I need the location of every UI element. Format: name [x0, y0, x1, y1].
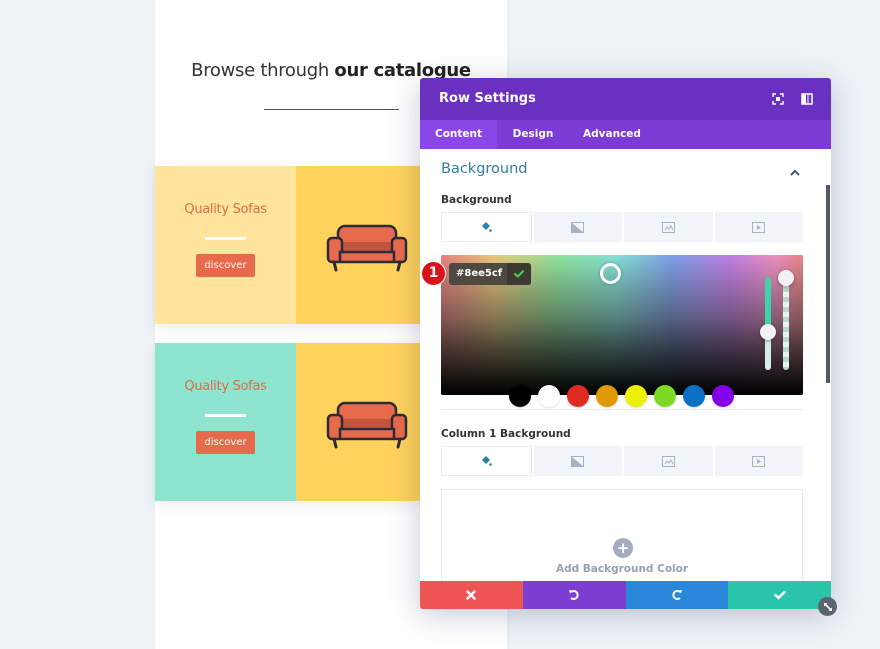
gradient-icon	[571, 455, 585, 467]
swatch-green[interactable]	[654, 385, 676, 407]
section-toggle-background[interactable]: Background	[441, 161, 528, 177]
check-icon	[773, 590, 786, 600]
col1-type-image-tab[interactable]	[624, 446, 713, 476]
close-icon	[466, 590, 477, 600]
apply-hex-button[interactable]	[507, 263, 531, 285]
card-text-column: Quality Sofas discover	[155, 343, 296, 501]
product-card-row-2: Quality Sofas discover	[155, 343, 420, 501]
hex-input-group: #8ee5cf	[449, 263, 531, 285]
opacity-slider-knob[interactable]	[778, 270, 794, 286]
check-icon	[514, 270, 524, 278]
tab-design[interactable]: Design	[497, 120, 569, 149]
swatch-blue[interactable]	[683, 385, 705, 407]
modal-header: Row Settings	[420, 78, 831, 120]
annotation-badge: 1	[421, 261, 446, 286]
card-title: Quality Sofas	[184, 202, 267, 217]
col1-type-video-tab[interactable]	[714, 446, 803, 476]
bg-type-video-tab[interactable]	[714, 212, 803, 242]
image-icon	[661, 221, 675, 233]
col1-type-gradient-tab[interactable]	[533, 446, 622, 476]
col1-type-color-tab[interactable]	[441, 446, 532, 476]
product-card-row-1: Quality Sofas discover	[155, 166, 420, 324]
redo-icon	[672, 590, 682, 600]
save-button[interactable]	[728, 581, 831, 609]
hex-color-input[interactable]: #8ee5cf	[449, 263, 507, 285]
card-image-column	[296, 166, 420, 324]
tab-content[interactable]: Content	[420, 120, 497, 149]
card-divider	[205, 414, 246, 417]
undo-icon	[569, 590, 579, 600]
gradient-icon	[571, 221, 585, 233]
background-type-tabs	[441, 212, 803, 242]
swatch-red[interactable]	[567, 385, 589, 407]
card-image-column	[296, 343, 420, 501]
saturation-handle[interactable]	[600, 263, 621, 284]
swatch-yellow[interactable]	[625, 385, 647, 407]
redo-button[interactable]	[625, 581, 729, 609]
swatch-black[interactable]	[509, 385, 531, 407]
swatch-purple[interactable]	[712, 385, 734, 407]
color-swatches	[509, 385, 734, 409]
split-view-icon[interactable]	[799, 91, 815, 107]
modal-title: Row Settings	[439, 91, 536, 106]
paint-bucket-icon	[482, 222, 493, 232]
swatch-orange[interactable]	[596, 385, 618, 407]
bg-type-color-tab[interactable]	[441, 212, 532, 242]
section-divider	[441, 409, 803, 410]
paint-bucket-icon	[482, 456, 493, 466]
bg-type-gradient-tab[interactable]	[533, 212, 622, 242]
chevron-up-icon[interactable]	[790, 163, 800, 181]
discover-button[interactable]: discover	[196, 431, 255, 454]
swatch-white[interactable]	[538, 385, 560, 407]
card-divider	[205, 237, 246, 240]
focus-icon[interactable]	[770, 91, 786, 107]
sofa-icon	[326, 224, 408, 272]
column1-background-type-tabs	[441, 446, 803, 476]
add-background-color-area[interactable]: + Add Background Color	[441, 489, 803, 581]
card-text-column: Quality Sofas discover	[155, 166, 296, 324]
tab-advanced[interactable]: Advanced	[569, 120, 655, 149]
image-icon	[661, 455, 675, 467]
column1-background-label: Column 1 Background	[441, 428, 571, 440]
opacity-slider[interactable]	[783, 277, 789, 370]
modal-tabs: Content Design Advanced	[420, 120, 831, 149]
resize-icon	[823, 602, 832, 611]
background-label: Background	[441, 194, 512, 206]
undo-button[interactable]	[522, 581, 626, 609]
cancel-button[interactable]	[420, 581, 523, 609]
add-background-color-label[interactable]: Add Background Color	[442, 563, 802, 575]
modal-footer	[420, 581, 831, 609]
hue-slider-knob[interactable]	[760, 324, 776, 340]
video-icon	[752, 455, 766, 467]
heading-light-text: Browse through	[191, 60, 335, 81]
plus-icon[interactable]: +	[613, 538, 633, 558]
bg-type-image-tab[interactable]	[624, 212, 713, 242]
video-icon	[752, 221, 766, 233]
sofa-icon	[326, 401, 408, 449]
card-title: Quality Sofas	[184, 379, 267, 394]
modal-scrollbar[interactable]	[826, 185, 830, 383]
heading-divider	[264, 109, 399, 110]
resize-handle[interactable]	[818, 597, 837, 616]
discover-button[interactable]: discover	[196, 254, 255, 277]
